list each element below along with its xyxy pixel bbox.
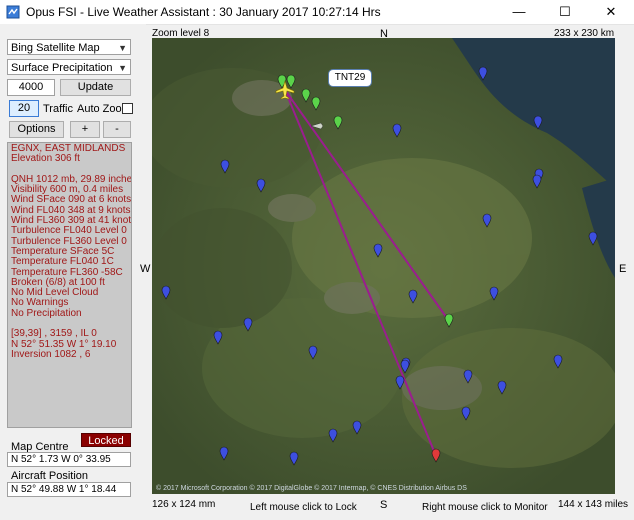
control-panel: Bing Satellite Map ▼ Surface Precipitati… [0, 24, 146, 520]
map-type-value: Bing Satellite Map [11, 42, 100, 54]
chevron-down-icon: ▼ [118, 63, 127, 73]
app-icon [6, 5, 20, 19]
minimize-button[interactable]: — [496, 0, 542, 24]
auto-zoom-checkbox[interactable] [122, 103, 133, 114]
weather-info-line: Elevation 306 ft [11, 153, 80, 165]
aircraft-position-label: Aircraft Position [11, 470, 89, 482]
update-button[interactable]: Update [60, 79, 131, 96]
right-click-hint: Right mouse click to Monitor [422, 502, 548, 513]
left-click-hint: Left mouse click to Lock [250, 502, 357, 513]
altitude-input[interactable]: 4000 [7, 79, 55, 96]
weather-info-panel: EGNX, EAST MIDLANDS Elevation 306 ft QNH 1… [7, 142, 132, 428]
title-bar: Opus FSI - Live Weather Assistant : 30 J… [0, 0, 634, 25]
satellite-map[interactable]: TNT29 © 2017 Microsoft Corporation © 201… [152, 38, 615, 494]
map-copyright: © 2017 Microsoft Corporation © 2017 Digi… [156, 485, 467, 492]
aircraft-position-field[interactable]: N 52° 49.88 W 1° 18.44 [7, 482, 131, 497]
layer-value: Surface Precipitation [11, 62, 113, 74]
close-button[interactable]: ✕ [588, 0, 634, 24]
callsign-tag[interactable]: TNT29 [328, 69, 372, 87]
map-size-miles-label: 144 x 143 miles [558, 499, 629, 510]
map-canvas[interactable] [152, 38, 615, 494]
chevron-down-icon: ▼ [118, 43, 127, 53]
map-size-mm-label: 126 x 124 mm [152, 499, 216, 510]
map-type-select[interactable]: Bing Satellite Map ▼ [7, 39, 131, 55]
maximize-button[interactable]: ☐ [542, 0, 588, 24]
compass-south-label: S [380, 499, 388, 511]
zoom-in-button[interactable]: + [70, 121, 100, 138]
compass-east-label: E [619, 263, 627, 275]
window-title: Opus FSI - Live Weather Assistant : 30 J… [26, 5, 381, 19]
traffic-input[interactable]: 20 [9, 100, 39, 117]
weather-info-line: No Precipitation [11, 307, 82, 319]
zoom-out-button[interactable]: - [103, 121, 131, 138]
weather-info-line: Inversion 1082 , 6 [11, 348, 91, 360]
options-button[interactable]: Options [9, 121, 64, 138]
locked-button[interactable]: Locked [81, 433, 131, 447]
layer-select[interactable]: Surface Precipitation ▼ [7, 59, 131, 75]
map-centre-field[interactable]: N 52° 1.73 W 0° 33.95 [7, 452, 131, 467]
compass-west-label: W [140, 263, 151, 275]
traffic-label: Traffic [43, 103, 73, 115]
